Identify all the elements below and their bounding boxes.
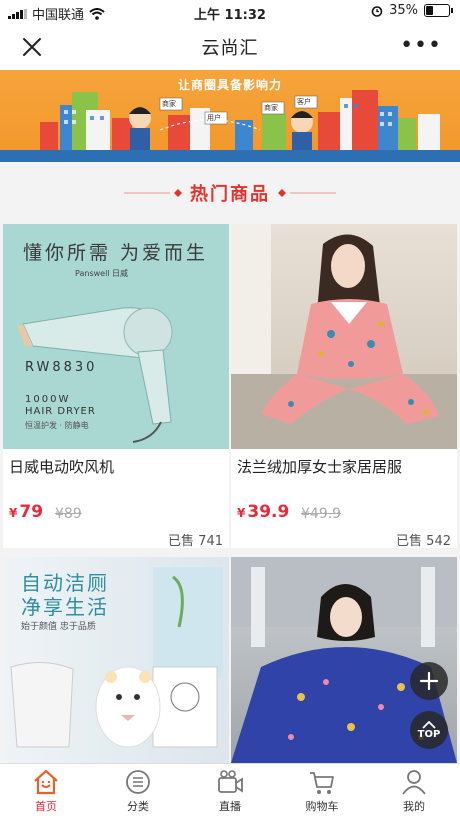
- banner-sign-3: 商家: [264, 104, 278, 112]
- decor-left-icon: [124, 189, 182, 197]
- product-image[interactable]: 自动洁厕 净享生活 始于颜值 忠于品质: [3, 557, 229, 763]
- back-to-top-button[interactable]: TOP: [410, 711, 448, 749]
- tab-cart[interactable]: 购物车: [276, 764, 368, 818]
- product-price: ¥79: [9, 502, 44, 522]
- product-image[interactable]: 懂你所需 为爱而生 Panswell 日威 RW8830 1000W HAIR …: [3, 224, 229, 449]
- product-original-price: ¥49.9: [301, 506, 342, 522]
- tab-label: 首页: [35, 800, 57, 813]
- navigation-bar: 云尚汇 •••: [0, 24, 460, 70]
- plus-icon: [419, 671, 439, 691]
- banner-sign-2: 用户: [207, 114, 221, 122]
- product-sold-count: 已售 542: [396, 534, 451, 548]
- battery-percent: 35%: [389, 3, 418, 18]
- tab-label: 我的: [403, 800, 425, 813]
- tab-profile[interactable]: 我的: [368, 764, 460, 818]
- alarm-icon: [371, 5, 383, 17]
- tab-label: 直播: [219, 800, 241, 813]
- toilet-image: [10, 567, 223, 748]
- image-type: HAIR DRYER: [25, 406, 96, 417]
- close-icon[interactable]: [18, 33, 46, 61]
- product-card[interactable]: 懂你所需 为爱而生 Panswell 日威 RW8830 1000W HAIR …: [3, 224, 229, 548]
- camera-icon: [218, 770, 243, 793]
- home-icon: [34, 769, 58, 795]
- tab-bar: 首页 分类 直播 购物车 我的: [0, 763, 460, 818]
- decor-right-icon: [278, 189, 336, 197]
- product-card[interactable]: 法兰绒加厚女士家居居服 ¥39.9 ¥49.9 已售 542: [231, 224, 457, 548]
- section-header: 热门商品: [0, 168, 460, 218]
- user-icon: [402, 770, 426, 795]
- banner-ground: [0, 150, 460, 162]
- add-button[interactable]: [410, 662, 448, 700]
- banner-sign-1: 商家: [162, 100, 176, 108]
- category-icon: [126, 770, 150, 794]
- image-model: RW8830: [25, 360, 98, 375]
- tab-category[interactable]: 分类: [92, 764, 184, 818]
- chevron-up-icon: [422, 720, 436, 729]
- product-card[interactable]: 自动洁厕 净享生活 始于颜值 忠于品质: [3, 557, 229, 763]
- cart-icon: [310, 772, 334, 794]
- tab-live[interactable]: 直播: [184, 764, 276, 818]
- tab-label: 购物车: [305, 800, 339, 813]
- battery-icon: [424, 4, 453, 17]
- city-illustration: [40, 90, 440, 152]
- tab-label: 分类: [127, 800, 149, 813]
- product-image[interactable]: [231, 224, 457, 449]
- image-foot: 恒温护发 · 防静电: [25, 421, 89, 430]
- banner-sign-4: 客户: [297, 98, 311, 106]
- product-name: 法兰绒加厚女士家居居服: [237, 458, 403, 476]
- image-watts: 1000W: [25, 394, 71, 405]
- more-icon[interactable]: •••: [400, 35, 442, 57]
- product-sold-count: 已售 741: [168, 534, 223, 548]
- product-original-price: ¥89: [55, 506, 82, 522]
- pajama-model-image: [231, 224, 457, 449]
- product-name: 日威电动吹风机: [9, 458, 115, 476]
- section-title: 热门商品: [190, 184, 270, 205]
- page-title: 云尚汇: [201, 38, 259, 59]
- product-price: ¥39.9: [237, 502, 290, 522]
- status-bar: 中国联通 上午 11:32 35%: [0, 0, 460, 24]
- top-label: TOP: [417, 728, 441, 740]
- promo-banner[interactable]: 让商圈具备影响力 商家 用户 商家 客户: [0, 70, 460, 162]
- tab-home[interactable]: 首页: [0, 764, 92, 818]
